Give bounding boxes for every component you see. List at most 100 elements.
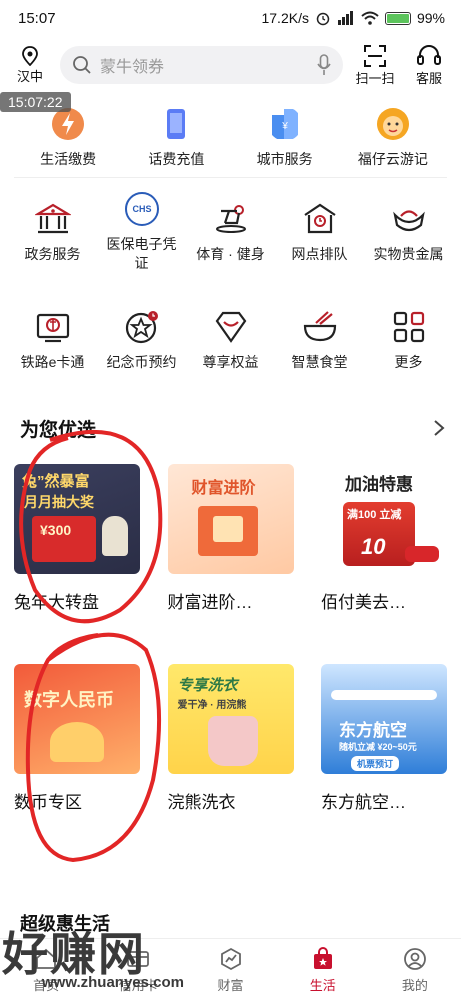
service-label: 生活缴费 — [40, 151, 97, 167]
chevron-right-icon[interactable] — [433, 419, 445, 437]
rail-icon — [36, 313, 69, 342]
promo-tile-airline[interactable]: 东方航空 随机立减 ¥20~50元 机票预订 东方航空… — [321, 664, 447, 812]
promo-row: 兔”然暴富 月月抽大奖 ¥300 兔年大转盘 财富进阶 财富进阶… 加油特惠 满… — [0, 464, 461, 612]
promo-label: 东方航空… — [321, 793, 406, 812]
section-title: 为您优选 — [20, 419, 97, 441]
profile-icon — [404, 948, 426, 970]
grid-item-privilege[interactable]: 尊享权益 — [186, 309, 275, 372]
scan-icon — [364, 44, 386, 67]
branch-icon — [303, 203, 336, 233]
location-label: 汉中 — [16, 68, 43, 84]
promo-image: 专享洗衣 爱干净 · 用浣熊 — [167, 664, 294, 774]
grid-label: 网点排队 — [291, 245, 348, 262]
battery-level: 99% — [416, 10, 445, 26]
grid-item-coin[interactable]: 纪念币预约 — [97, 309, 186, 372]
grid-label: 纪念币预约 — [106, 353, 177, 370]
service-label: 话费充值 — [148, 151, 205, 167]
promo-tile-rabbit[interactable]: 兔”然暴富 月月抽大奖 ¥300 兔年大转盘 — [14, 464, 140, 612]
search-placeholder: 蒙牛领券 — [100, 59, 165, 76]
utility-icon — [52, 108, 85, 140]
grid-label: 铁路e卡通 — [20, 353, 85, 370]
service-mascot[interactable]: 福仔云游记 — [339, 107, 447, 169]
promo-image: 财富进阶 — [167, 464, 294, 574]
network-speed: 17.2K/s — [261, 10, 309, 26]
scan-button[interactable]: 扫一扫 — [353, 44, 397, 87]
promo-label: 浣熊洗衣 — [167, 793, 236, 812]
mascot-icon — [376, 108, 409, 140]
bike-icon — [215, 204, 246, 233]
grid-item-fitness[interactable]: 体育 · 健身 — [186, 201, 275, 264]
promo-label: 财富进阶… — [167, 593, 253, 612]
promo-image: 东方航空 随机立减 ¥20~50元 机票预订 — [321, 664, 447, 774]
location-pin-icon — [22, 45, 38, 66]
grid-item-government[interactable]: 政务服务 — [8, 201, 97, 264]
promo-label: 兔年大转盘 — [14, 593, 99, 612]
watermark: 好赚网 www.zhuanyes.com — [0, 918, 200, 1000]
grid-label: 医保电子凭证 — [106, 236, 177, 271]
battery-icon — [384, 11, 411, 25]
promo-tile-fuel[interactable]: 加油特惠 满100 立减 10 佰付美去… — [321, 464, 447, 612]
headset-icon — [417, 44, 441, 65]
grid-label: 体育 · 健身 — [196, 245, 265, 262]
grid-label: 智慧食堂 — [291, 353, 348, 370]
top-services: 生活缴费 话费充值 ¥ 城市服务 福仔云游记 — [14, 98, 447, 178]
status-time: 15:07 — [18, 9, 56, 27]
chs-icon: CHS — [124, 192, 159, 226]
grid-label: 尊享权益 — [202, 353, 259, 370]
status-bar: 15:07 17.2K/s 99% — [0, 0, 461, 36]
grid-item-branch-queue[interactable]: 网点排队 — [275, 201, 364, 264]
tab-life[interactable]: 生活 — [277, 939, 369, 1000]
promo-tile-laundry[interactable]: 专享洗衣 爱干净 · 用浣熊 浣熊洗衣 — [167, 664, 294, 812]
bowl-icon — [303, 310, 336, 341]
gold-icon — [392, 209, 425, 231]
grid-label: 更多 — [394, 353, 423, 370]
city-icon: ¥ — [271, 109, 298, 139]
time-overlay: 15:07:22 — [0, 92, 71, 112]
wifi-icon — [361, 11, 379, 25]
promo-row: 数字人民币 数币专区 专享洗衣 爱干净 · 用浣熊 浣熊洗衣 东方航空 随机立减… — [0, 664, 461, 812]
more-icon — [393, 311, 424, 342]
government-icon — [34, 203, 71, 233]
grid-item-chs[interactable]: CHS 医保电子凭证 — [97, 191, 186, 273]
promo-label: 佰付美去… — [321, 593, 406, 612]
chart-icon — [220, 947, 241, 971]
phone-icon — [167, 109, 186, 139]
service-label: 城市服务 — [256, 151, 313, 167]
shopping-bag-icon — [313, 947, 332, 969]
grid-row: 铁路e卡通 纪念币预约 尊享权益 智慧食堂 更多 — [8, 286, 453, 394]
svg-text:¥: ¥ — [281, 121, 288, 132]
section-header[interactable]: 为您优选 — [0, 408, 461, 448]
promo-tile-wealth[interactable]: 财富进阶 财富进阶… — [167, 464, 294, 612]
service-label: 客服 — [415, 70, 442, 86]
grid-item-canteen[interactable]: 智慧食堂 — [275, 309, 364, 372]
promo-label: 数币专区 — [14, 793, 82, 812]
coin-icon — [125, 310, 158, 343]
grid-row: 政务服务 CHS 医保电子凭证 体育 · 健身 网点排队 实物贵金属 — [8, 178, 453, 286]
grid-item-more[interactable]: 更多 — [364, 309, 453, 372]
grid-label: 政务服务 — [24, 245, 81, 262]
service-phone[interactable]: 话费充值 — [122, 107, 230, 169]
signal-icon — [337, 11, 353, 25]
gem-icon — [215, 311, 246, 343]
grid-item-rail[interactable]: 铁路e卡通 — [8, 309, 97, 372]
watermark-url: www.zhuanyes.com — [42, 974, 184, 991]
search-bar[interactable]: 蒙牛领券 — [60, 46, 343, 84]
promo-tile-ecny[interactable]: 数字人民币 数币专区 — [14, 664, 140, 812]
location-selector[interactable]: 汉中 — [10, 45, 50, 85]
microphone-icon[interactable] — [317, 54, 331, 76]
chs-badge: CHS — [132, 204, 151, 214]
service-grid: 政务服务 CHS 医保电子凭证 体育 · 健身 网点排队 实物贵金属 铁路e卡通… — [0, 178, 461, 394]
promo-image: 加油特惠 满100 立减 10 — [321, 464, 447, 574]
service-city[interactable]: ¥ 城市服务 — [231, 107, 339, 169]
header: 汉中 蒙牛领券 扫一扫 客服 — [0, 36, 461, 94]
promo-image: 数字人民币 — [14, 664, 140, 774]
service-utility[interactable]: 生活缴费 — [14, 107, 122, 169]
service-label: 福仔云游记 — [357, 151, 428, 167]
tab-mine[interactable]: 我的 — [369, 939, 461, 1000]
alarm-icon — [316, 12, 330, 26]
scan-label: 扫一扫 — [355, 70, 395, 86]
grid-item-gold[interactable]: 实物贵金属 — [364, 201, 453, 264]
grid-label: 实物贵金属 — [373, 245, 444, 262]
search-icon — [73, 56, 91, 74]
customer-service-button[interactable]: 客服 — [407, 44, 451, 87]
